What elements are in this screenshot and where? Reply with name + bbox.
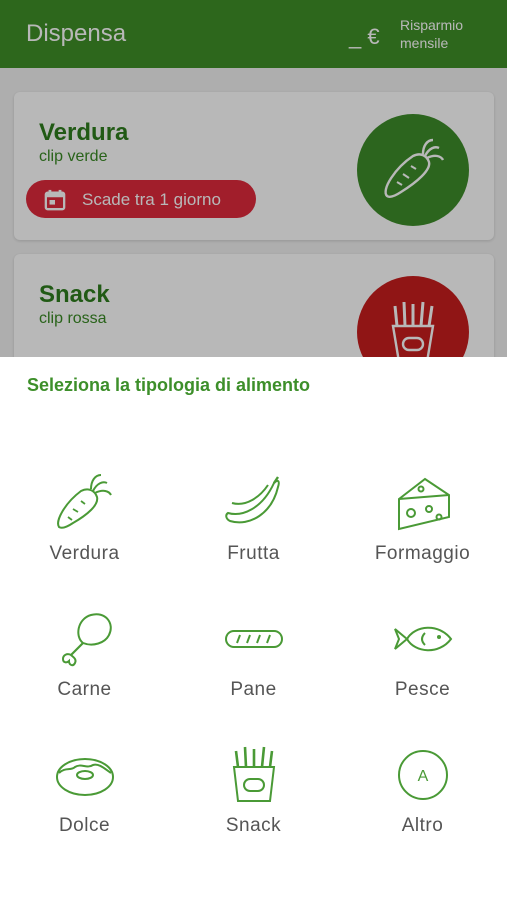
food-type-snack[interactable]: Snack xyxy=(169,725,338,855)
food-type-dolce[interactable]: Dolce xyxy=(0,725,169,855)
other-a-icon: A xyxy=(397,750,448,800)
food-type-sheet: Seleziona la tipologia di alimento Verdu… xyxy=(0,357,507,900)
food-type-altro[interactable]: A Altro xyxy=(338,725,507,855)
food-type-verdura[interactable]: Verdura xyxy=(0,453,169,583)
food-type-label: Frutta xyxy=(227,543,280,564)
food-type-carne[interactable]: Carne xyxy=(0,589,169,719)
modal-scrim[interactable] xyxy=(0,0,507,358)
food-type-label: Snack xyxy=(225,815,282,836)
donut-icon xyxy=(55,758,114,796)
fish-icon xyxy=(393,626,452,652)
food-type-label: Formaggio xyxy=(374,543,471,564)
food-type-label: Carne xyxy=(57,679,112,700)
food-type-pesce[interactable]: Pesce xyxy=(338,589,507,719)
food-type-pane[interactable]: Pane xyxy=(169,589,338,719)
fries-icon xyxy=(232,746,275,802)
banana-icon xyxy=(224,476,280,524)
food-type-label: Verdura xyxy=(49,543,120,564)
food-type-frutta[interactable]: Frutta xyxy=(169,453,338,583)
carrot-icon xyxy=(56,474,112,529)
sheet-heading: Seleziona la tipologia di alimento xyxy=(27,375,311,395)
food-type-label: Pesce xyxy=(394,679,451,700)
bread-icon xyxy=(224,630,283,648)
food-type-label: Dolce xyxy=(58,815,111,836)
cheese-icon xyxy=(397,477,450,531)
other-a-letter: A xyxy=(417,768,428,785)
drumstick-icon xyxy=(61,613,112,667)
food-type-formaggio[interactable]: Formaggio xyxy=(338,453,507,583)
food-type-label: Pane xyxy=(230,679,277,700)
food-type-label: Altro xyxy=(401,815,444,836)
